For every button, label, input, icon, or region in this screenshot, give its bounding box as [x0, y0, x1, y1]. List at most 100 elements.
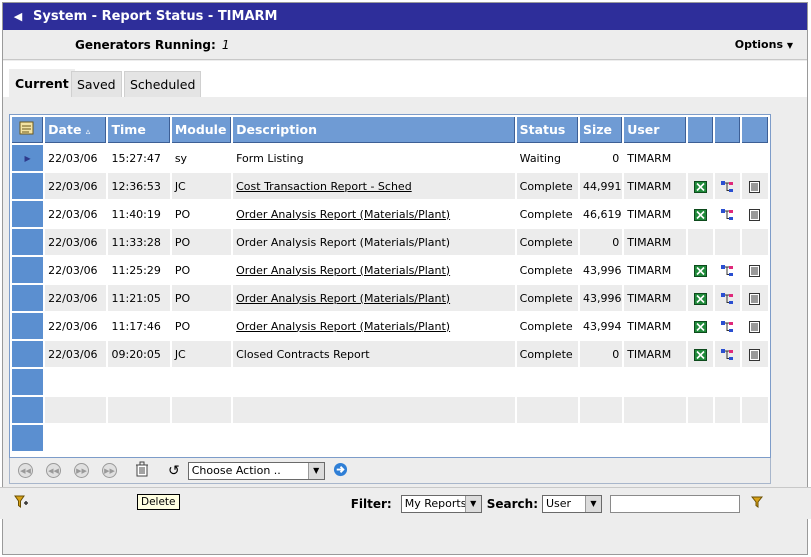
- search-input[interactable]: [610, 494, 740, 513]
- document-icon[interactable]: [748, 320, 761, 333]
- hierarchy-icon[interactable]: [720, 348, 734, 361]
- document-icon[interactable]: [748, 348, 761, 361]
- report-link[interactable]: Order Analysis Report (Materials/Plant): [236, 208, 450, 221]
- hierarchy-icon[interactable]: [720, 320, 734, 333]
- report-description: Form Listing: [236, 151, 304, 165]
- tab-current[interactable]: Current: [9, 69, 75, 97]
- excel-icon[interactable]: [693, 208, 707, 221]
- options-menu[interactable]: Options ▼: [735, 38, 793, 51]
- empty-cell: [233, 369, 515, 395]
- undo-icon[interactable]: ↺: [168, 463, 180, 479]
- cell-module: JC: [171, 173, 232, 199]
- empty-cell: [714, 397, 740, 423]
- excel-icon[interactable]: [693, 292, 707, 305]
- empty-cell: [171, 369, 232, 395]
- column-header-size[interactable]: Size: [579, 117, 623, 143]
- row-selector[interactable]: [12, 257, 44, 283]
- excel-icon[interactable]: [693, 320, 707, 333]
- cell-document: [741, 229, 768, 255]
- table-row[interactable]: 22/03/06 09:20:05 JC Closed Contracts Repor…: [12, 341, 768, 367]
- trash-icon[interactable]: [134, 461, 150, 480]
- row-selector[interactable]: [12, 173, 44, 199]
- generators-value: 1: [221, 37, 230, 52]
- report-link[interactable]: Order Analysis Report (Materials/Plant): [236, 320, 450, 333]
- document-icon[interactable]: [748, 208, 761, 221]
- table-row[interactable]: 22/03/06 11:25:29 PO Order Analysis Report …: [12, 257, 768, 283]
- row-selector[interactable]: [12, 341, 44, 367]
- document-icon[interactable]: [748, 292, 761, 305]
- cell-hierarchy: [714, 201, 740, 227]
- cell-date: 22/03/06: [45, 313, 107, 339]
- column-header-blank-3: [741, 117, 768, 143]
- cell-excel: [687, 285, 713, 311]
- cell-module: PO: [171, 313, 232, 339]
- table-row[interactable]: ▶ 22/03/06 15:27:47 sy Form Listing Waiting 0 T…: [12, 145, 768, 171]
- report-link[interactable]: Order Analysis Report (Materials/Plant): [236, 292, 450, 305]
- document-icon[interactable]: [748, 264, 761, 277]
- cell-status: Complete: [516, 173, 578, 199]
- tab-scheduled[interactable]: Scheduled: [124, 71, 202, 97]
- tab-saved[interactable]: Saved: [71, 71, 122, 97]
- back-arrow-icon[interactable]: ◀: [3, 10, 33, 23]
- column-header-time[interactable]: Time: [108, 117, 170, 143]
- previous-page-icon[interactable]: ◀◀: [46, 463, 61, 478]
- table-row[interactable]: 22/03/06 12:36:53 JC Cost Transaction Repor…: [12, 173, 768, 199]
- empty-row: [12, 369, 768, 395]
- hierarchy-icon[interactable]: [720, 208, 734, 221]
- excel-icon[interactable]: [693, 180, 707, 193]
- hierarchy-icon[interactable]: [720, 292, 734, 305]
- cell-status: Complete: [516, 201, 578, 227]
- excel-icon[interactable]: [693, 264, 707, 277]
- add-filter-icon[interactable]: [14, 495, 29, 512]
- table-row[interactable]: 22/03/06 11:17:46 PO Order Analysis Report …: [12, 313, 768, 339]
- column-header-user[interactable]: User: [624, 117, 686, 143]
- document-icon[interactable]: [748, 180, 761, 193]
- column-header-date[interactable]: Date ▵: [45, 117, 107, 143]
- row-selector[interactable]: [12, 285, 44, 311]
- cell-excel: [687, 229, 713, 255]
- first-page-icon[interactable]: ◀◀: [18, 463, 33, 478]
- excel-icon[interactable]: [693, 348, 707, 361]
- row-selector[interactable]: ▶: [12, 145, 44, 171]
- cell-description[interactable]: Order Analysis Report (Materials/Plant): [233, 201, 515, 227]
- hierarchy-icon[interactable]: [720, 180, 734, 193]
- table-row[interactable]: 22/03/06 11:40:19 PO Order Analysis Report …: [12, 201, 768, 227]
- cell-size: 43,996: [579, 257, 623, 283]
- report-link[interactable]: Order Analysis Report (Materials/Plant): [236, 264, 450, 277]
- empty-cell: [171, 425, 232, 451]
- empty-cell: [741, 425, 768, 451]
- filter-select[interactable]: My Reports ▼: [400, 494, 482, 513]
- cell-time: 15:27:47: [108, 145, 170, 171]
- cell-description[interactable]: Order Analysis Report (Materials/Plant): [233, 313, 515, 339]
- cell-description[interactable]: Order Analysis Report (Materials/Plant): [233, 285, 515, 311]
- column-chooser-header[interactable]: [12, 117, 44, 143]
- report-link[interactable]: Cost Transaction Report - Sched: [236, 180, 412, 193]
- cell-description[interactable]: Order Analysis Report (Materials/Plant): [233, 257, 515, 283]
- cell-time: 11:40:19: [108, 201, 170, 227]
- column-header-module[interactable]: Module: [171, 117, 232, 143]
- cell-time: 11:33:28: [108, 229, 170, 255]
- hierarchy-icon[interactable]: [720, 264, 734, 277]
- filter-icon[interactable]: [750, 496, 764, 511]
- cell-document: [741, 313, 768, 339]
- row-selector[interactable]: [12, 229, 44, 255]
- empty-cell: [45, 425, 107, 451]
- column-header-status[interactable]: Status: [516, 117, 578, 143]
- table-row[interactable]: 22/03/06 11:33:28 PO Order Analysis Report …: [12, 229, 768, 255]
- last-page-icon[interactable]: ▶▶: [102, 463, 117, 478]
- next-page-icon[interactable]: ▶▶: [74, 463, 89, 478]
- row-selector[interactable]: [12, 313, 44, 339]
- column-header-description[interactable]: Description: [233, 117, 515, 143]
- action-select[interactable]: Choose Action .. ▼: [187, 461, 325, 480]
- table-row[interactable]: 22/03/06 11:21:05 PO Order Analysis Report …: [12, 285, 768, 311]
- go-arrow-icon[interactable]: [333, 462, 348, 480]
- chevron-down-icon: ▼: [585, 495, 601, 512]
- cell-description[interactable]: Cost Transaction Report - Sched: [233, 173, 515, 199]
- search-field-select[interactable]: User ▼: [542, 494, 602, 513]
- current-row-icon: ▶: [24, 153, 31, 163]
- cell-document: [741, 257, 768, 283]
- row-selector[interactable]: [12, 201, 44, 227]
- cell-size: 0: [579, 145, 623, 171]
- cell-time: 11:25:29: [108, 257, 170, 283]
- cell-hierarchy: [714, 341, 740, 367]
